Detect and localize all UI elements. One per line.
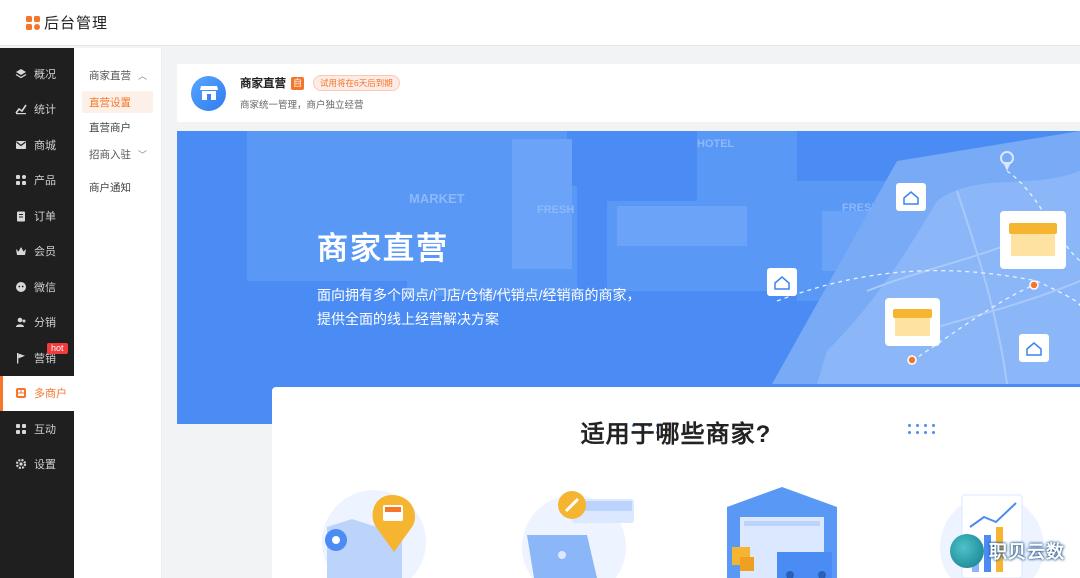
map-pin-icon — [1019, 334, 1049, 362]
sidebar-item-orders[interactable]: 订单 — [0, 198, 74, 234]
shop-icon — [191, 75, 226, 111]
map-pin-icon — [767, 268, 797, 296]
sidebar-item-label: 微信 — [34, 281, 56, 294]
sidebar-item-wechat[interactable]: 微信 — [0, 269, 74, 305]
apps-icon — [14, 422, 27, 435]
sidebar-item-marketing[interactable]: 营销 hot — [0, 340, 74, 376]
grid-icon — [14, 174, 27, 187]
section-title: 适用于哪些商家? — [580, 421, 772, 448]
subnav-item-direct-settings[interactable]: 直营设置 — [82, 91, 153, 113]
sidebar-item-label: 产品 — [34, 175, 56, 188]
page-header-card: 商家直营 自 试用将在6天后到期 商家统一管理，商户独立经营 — [177, 64, 1080, 122]
online-store-illustration — [522, 491, 634, 578]
subnav-item-direct-merchants[interactable]: 直营商户 — [82, 116, 153, 138]
logo-icon — [26, 15, 40, 30]
primary-sidebar: 概况 统计 商城 产品 订单 会员 微信 分销 营销 hot 多商户 互动 设置 — [0, 48, 74, 578]
hot-badge: hot — [47, 343, 68, 354]
sidebar-item-distribution[interactable]: 分销 — [0, 305, 74, 341]
sidebar-item-label: 设置 — [34, 459, 56, 472]
watermark-text: 职贝云数 — [989, 542, 1065, 562]
clipboard-icon — [14, 209, 27, 222]
top-bar: 后台管理 — [0, 0, 1080, 46]
sidebar-item-products[interactable]: 产品 — [0, 163, 74, 199]
gear-icon — [14, 458, 27, 471]
store-icon — [14, 387, 27, 400]
sidebar-item-label: 概况 — [34, 68, 56, 81]
page-subtitle: 商家统一管理，商户独立经营 — [240, 100, 364, 111]
sidebar-item-overview[interactable]: 概况 — [0, 56, 74, 92]
chevron-down-icon: ﹀ — [137, 149, 147, 160]
sidebar-item-label: 订单 — [34, 210, 56, 223]
warehouse-illustration — [727, 487, 837, 578]
sidebar-item-label: 分销 — [34, 317, 56, 330]
sidebar-item-interaction[interactable]: 互动 — [0, 411, 74, 447]
sidebar-item-label: 会员 — [34, 246, 56, 259]
chart-icon — [14, 103, 27, 116]
sign-hotel: HOTEL — [697, 138, 735, 150]
self-operated-tag: 自 — [291, 76, 304, 90]
watermark-logo-icon — [950, 534, 984, 568]
wechat-icon — [14, 280, 27, 293]
sidebar-item-label: 互动 — [34, 423, 56, 436]
subnav-group-label: 招商入驻 — [89, 148, 131, 161]
layers-icon — [14, 67, 27, 80]
watermark: 职贝云数 — [950, 534, 1065, 568]
flag-icon — [14, 351, 27, 364]
sidebar-item-members[interactable]: 会员 — [0, 234, 74, 270]
sidebar-item-label: 商城 — [34, 139, 56, 152]
sidebar-item-label: 统计 — [34, 104, 56, 117]
hero-banner: MARKET FRESH FRESH HOTEL 商家直营 面向拥有多个网点/门… — [177, 131, 1080, 424]
sign-fresh: FRESH — [537, 204, 574, 216]
sidebar-item-label: 多商户 — [34, 388, 67, 401]
map-pin-icon — [896, 183, 926, 211]
crown-icon — [14, 245, 27, 258]
mail-icon — [14, 138, 27, 151]
sidebar-item-stats[interactable]: 统计 — [0, 92, 74, 128]
users-icon — [14, 316, 27, 329]
subnav-group-recruit[interactable]: 招商入驻 ﹀ — [74, 141, 161, 167]
app-title: 后台管理 — [44, 15, 109, 32]
sign-market: MARKET — [409, 191, 465, 206]
banner-title: 商家直营 — [317, 231, 449, 266]
subnav-item-notice[interactable]: 商户通知 — [82, 176, 153, 198]
chevron-up-icon: ︿ — [137, 70, 147, 81]
banner-description: 面向拥有多个网点/门店/仓储/代销点/经销商的商家，提供全面的线上经营解决方案 — [317, 287, 641, 327]
banner-illustration: MARKET FRESH FRESH HOTEL — [247, 131, 1080, 385]
decor-dots-right — [908, 424, 938, 436]
page-title: 商家直营 — [240, 78, 286, 90]
sidebar-item-mall[interactable]: 商城 — [0, 127, 74, 163]
trial-badge: 试用将在6天后到期 — [313, 75, 400, 91]
subnav-group-direct[interactable]: 商家直营 ︿ — [74, 62, 161, 88]
secondary-sidebar: 商家直营 ︿ 直营设置 直营商户 招商入驻 ﹀ 商户通知 — [74, 48, 162, 578]
sidebar-item-multi-merchant[interactable]: 多商户 — [0, 375, 74, 411]
subnav-group-label: 商家直营 — [89, 69, 131, 82]
sidebar-item-settings[interactable]: 设置 — [0, 447, 74, 483]
map-location-illustration — [322, 490, 426, 578]
